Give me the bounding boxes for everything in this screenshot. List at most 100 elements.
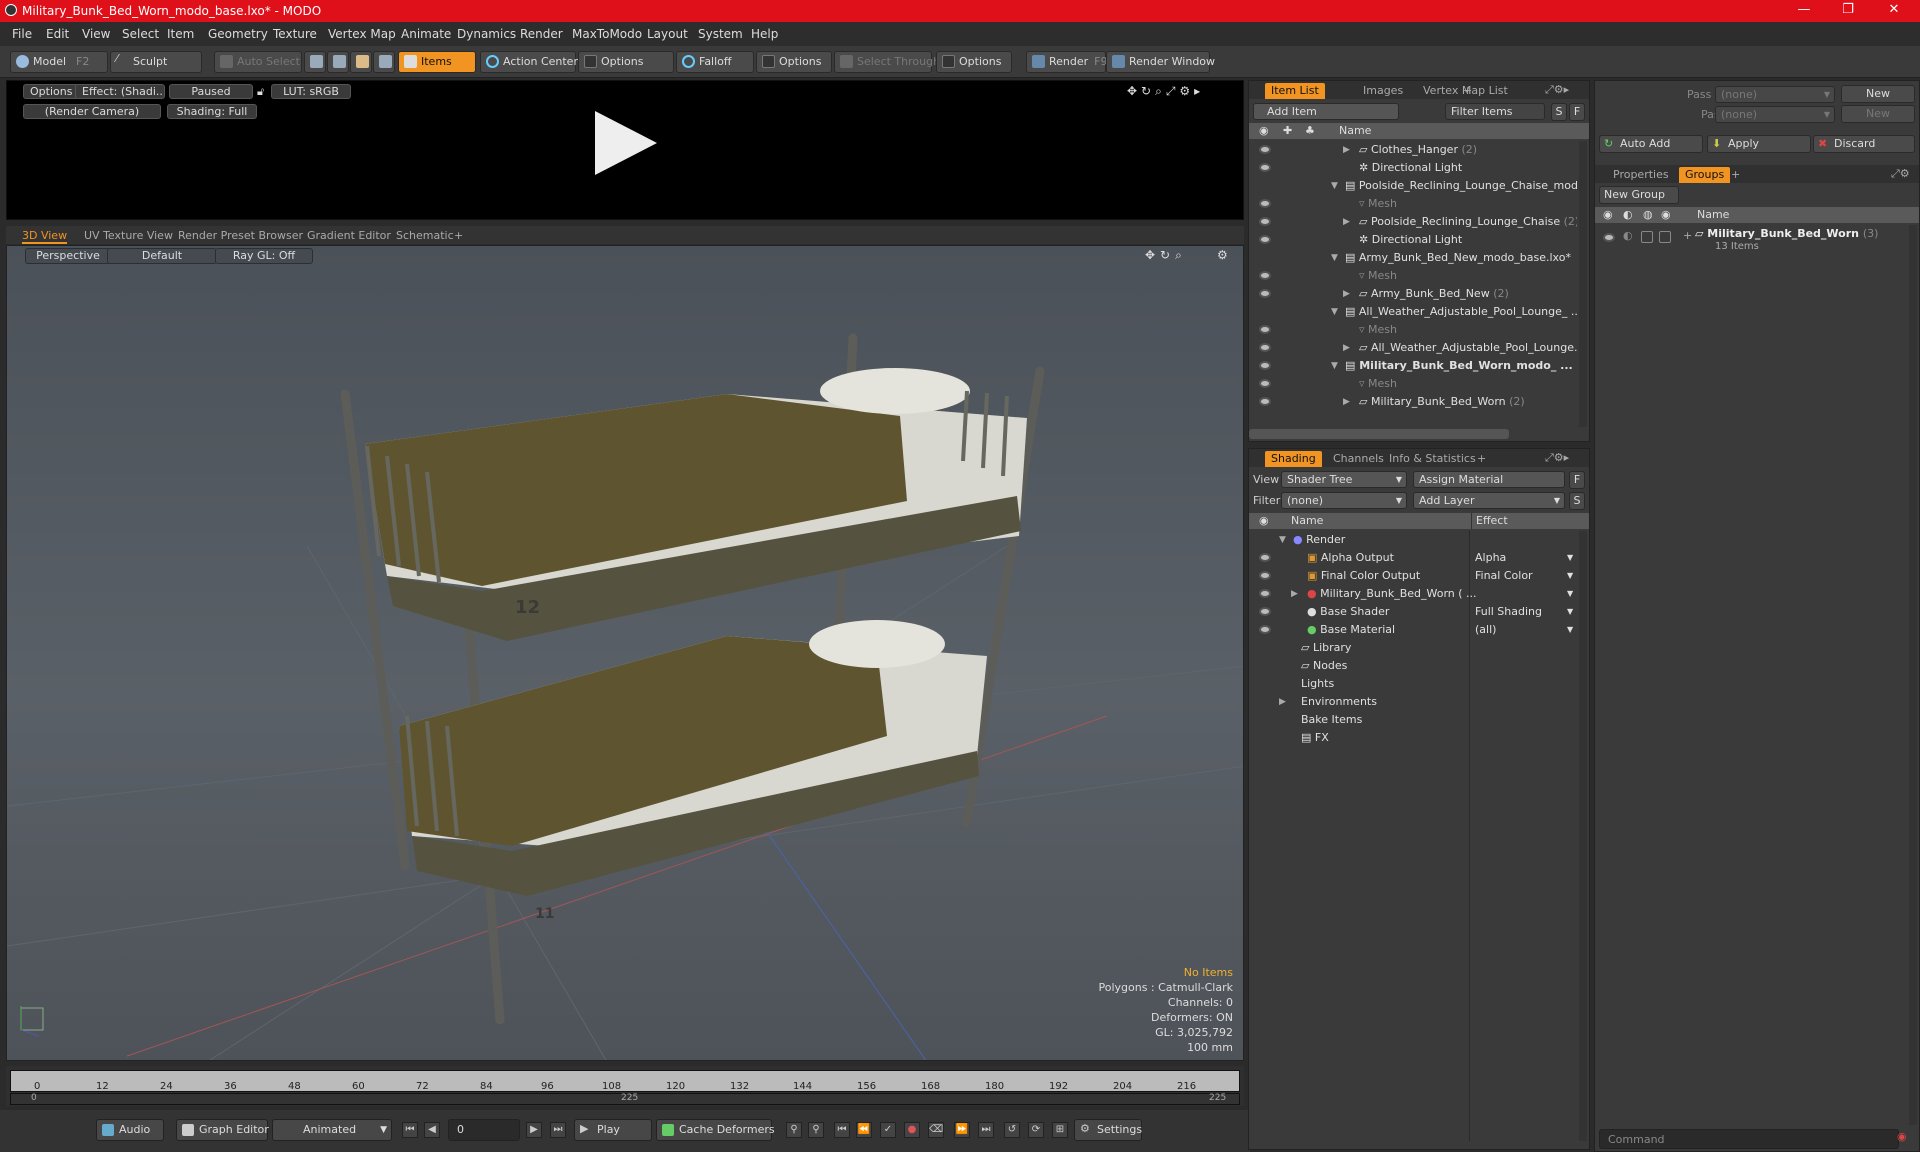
tree-row[interactable]: Lights <box>1249 675 1577 693</box>
eye-icon[interactable] <box>1259 271 1271 280</box>
filter-s-button[interactable]: S <box>1551 103 1567 121</box>
3d-viewport[interactable]: Perspective Default Ray GL: Off ✥↻⌕ ⚙ 12 <box>6 245 1244 1061</box>
animated-dropdown[interactable]: Animated ▼ <box>272 1119 392 1141</box>
chevron-down-icon[interactable]: ▼ <box>1567 585 1573 603</box>
new-group-button[interactable]: New Group <box>1599 186 1679 204</box>
model-mode-button[interactable]: Model F2 <box>10 51 108 73</box>
item-list-vscrollbar[interactable] <box>1579 141 1587 427</box>
tab-schematic[interactable]: Schematic <box>396 229 454 242</box>
group-row[interactable]: ◐ + ▱ Military_Bunk_Bed_Worn (3) 13 Item… <box>1595 225 1909 255</box>
minimize-button[interactable]: — <box>1784 2 1824 17</box>
chevron-down-icon[interactable]: ▼ <box>1567 603 1573 621</box>
eye-icon[interactable] <box>1259 553 1271 562</box>
panel-controls-icons[interactable]: ⤢⚙▸ <box>1545 451 1569 465</box>
row-effect[interactable]: Alpha <box>1475 549 1506 567</box>
tab-3d-view[interactable]: 3D View <box>22 229 68 244</box>
action-center-button[interactable]: Action Center <box>480 51 578 73</box>
command-input[interactable]: Command <box>1599 1129 1899 1149</box>
select-polygons-button[interactable] <box>350 51 372 73</box>
add-tab-button[interactable]: + <box>1457 83 1478 99</box>
tree-row[interactable]: ▣ Alpha Output Alpha ▼ <box>1249 549 1577 567</box>
menu-view[interactable]: View <box>82 27 110 41</box>
shading-dropdown[interactable]: Shading: Full <box>167 104 257 119</box>
menu-file[interactable]: File <box>12 27 32 41</box>
shader-tree-vscrollbar[interactable] <box>1579 531 1587 1141</box>
timeline[interactable]: 0 12 24 36 48 60 72 84 96 108 120 132 14… <box>6 1066 1244 1106</box>
list-item[interactable]: ▶ ▱ Army_Bunk_Bed_New (2) <box>1249 285 1577 303</box>
lut-dropdown[interactable]: LUT: sRGB <box>271 84 351 99</box>
eye-icon[interactable] <box>1259 397 1271 406</box>
next-key-icon[interactable]: ⏩ <box>954 1122 970 1138</box>
passes-dropdown[interactable]: (none) ▼ <box>1715 106 1835 123</box>
list-item[interactable]: ▶ ▱ All_Weather_Adjustable_Pool_Lounge... <box>1249 339 1577 357</box>
menu-geometry[interactable]: Geometry <box>208 27 268 41</box>
set-key-icon[interactable]: ✓ <box>880 1122 896 1138</box>
go-end-icon[interactable]: ⏭ <box>550 1122 566 1138</box>
lock-icon[interactable]: 🔓︎ <box>257 85 264 99</box>
restore-button[interactable]: ❐ <box>1828 2 1868 17</box>
settings-button[interactable]: ⚙ Settings <box>1074 1119 1142 1141</box>
eye-icon[interactable] <box>1259 379 1271 388</box>
tab-shading[interactable]: Shading <box>1265 451 1322 467</box>
lock-checkbox[interactable] <box>1641 231 1653 243</box>
eye-icon[interactable] <box>1259 199 1271 208</box>
menu-render[interactable]: Render <box>520 27 563 41</box>
play-button[interactable]: ▶ Play <box>574 1119 652 1141</box>
delete-key-icon[interactable]: ⌫ <box>928 1122 944 1138</box>
render-window-button[interactable]: Render Window <box>1106 51 1215 73</box>
discard-button[interactable]: ✖ Discard <box>1813 135 1915 153</box>
auto-select-button[interactable]: Auto Select <box>214 51 302 73</box>
last-key-icon[interactable]: ⏭ <box>978 1122 994 1138</box>
menu-dynamics[interactable]: Dynamics <box>457 27 516 41</box>
list-item[interactable]: ▼ ▤ Military_Bunk_Bed_Worn_modo_ ... <box>1249 357 1577 375</box>
eye-icon[interactable] <box>1259 325 1271 334</box>
row-effect[interactable]: Final Color <box>1475 567 1533 585</box>
select-checkbox[interactable] <box>1659 231 1671 243</box>
tab-uv-texture-view[interactable]: UV Texture View <box>84 229 173 242</box>
select-through-options-button[interactable]: Options <box>936 51 1012 73</box>
menu-texture[interactable]: Texture <box>273 27 317 41</box>
loop-icon[interactable]: ↺ <box>1004 1122 1020 1138</box>
eye-icon[interactable] <box>1259 289 1271 298</box>
apply-button[interactable]: ⬇ Apply <box>1707 135 1811 153</box>
eye-icon[interactable] <box>1259 145 1271 154</box>
eye-icon[interactable] <box>1259 589 1271 598</box>
auto-add-button[interactable]: ↻ Auto Add <box>1599 135 1703 153</box>
chevron-down-icon[interactable]: ▼ <box>1567 549 1573 567</box>
shading-f-button[interactable]: F <box>1569 471 1585 489</box>
list-item[interactable]: ▿ Mesh <box>1249 267 1577 285</box>
chevron-down-icon[interactable]: ▼ <box>1567 621 1573 639</box>
preview-options-button[interactable]: Options <box>23 84 80 99</box>
add-tab-button[interactable]: + <box>454 229 463 242</box>
tab-properties[interactable]: Properties <box>1607 167 1675 183</box>
first-key-icon[interactable]: ⏮ <box>834 1122 850 1138</box>
sync-icon[interactable]: ⟳ <box>1028 1122 1044 1138</box>
select-materials-button[interactable] <box>373 51 395 73</box>
key-icon[interactable]: ⚲ <box>786 1122 802 1138</box>
pass-groups-dropdown[interactable]: (none) ▼ <box>1715 86 1835 103</box>
prev-key-icon[interactable]: ◀ <box>424 1122 440 1138</box>
tab-render-preset-browser[interactable]: Render Preset Browser <box>178 229 303 242</box>
frame-field[interactable]: 0 <box>448 1119 520 1141</box>
row-effect[interactable]: Full Shading <box>1475 603 1542 621</box>
eye-icon[interactable] <box>1259 625 1271 634</box>
tree-row[interactable]: ▣ Final Color Output Final Color ▼ <box>1249 567 1577 585</box>
menu-layout[interactable]: Layout <box>647 27 688 41</box>
tab-groups[interactable]: Groups <box>1679 167 1731 183</box>
preview-effect-dropdown[interactable]: Effect: (Shadi... <box>75 84 165 99</box>
assign-material-button[interactable]: Assign Material <box>1413 471 1565 488</box>
tree-row[interactable]: ▱ Library <box>1249 639 1577 657</box>
items-mode-button[interactable]: Items <box>398 51 476 73</box>
tree-row[interactable]: Bake Items <box>1249 711 1577 729</box>
command-record-icon[interactable]: ◉ <box>1897 1130 1907 1143</box>
tab-gradient-editor[interactable]: Gradient Editor <box>307 229 391 242</box>
panel-controls-icons[interactable]: ⤢⚙▸ <box>1545 83 1569 97</box>
go-start-icon[interactable]: ⏮ <box>402 1122 418 1138</box>
add-tab-button[interactable]: + <box>1471 451 1492 467</box>
menu-help[interactable]: Help <box>751 27 778 41</box>
add-layer-dropdown[interactable]: Add Layer ▼ <box>1413 492 1565 509</box>
new-pass-group-button[interactable]: New <box>1841 85 1915 103</box>
expand-icon[interactable]: + <box>1683 229 1692 242</box>
add-tab-button[interactable]: + <box>1725 167 1746 183</box>
menu-animate[interactable]: Animate <box>401 27 451 41</box>
